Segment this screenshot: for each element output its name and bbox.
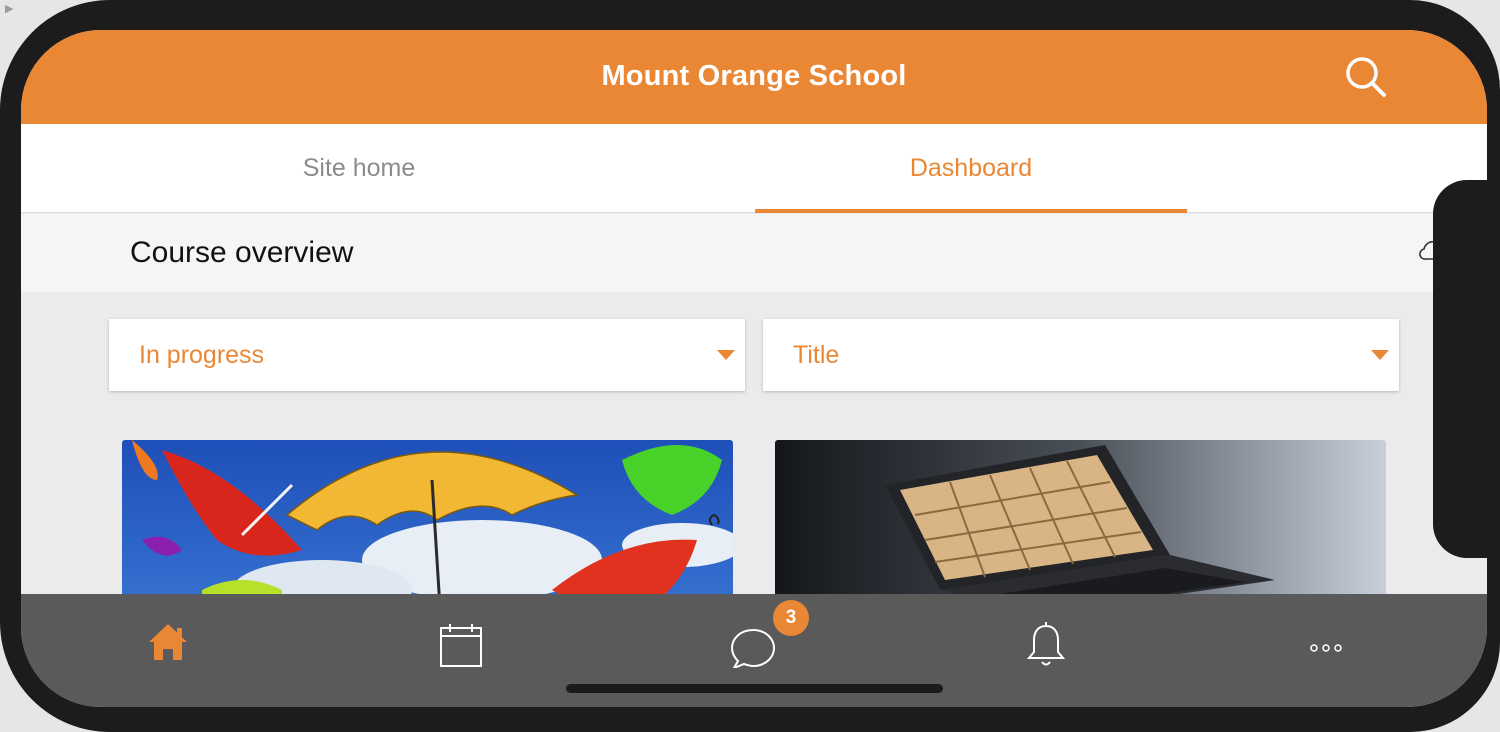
search-icon [1346, 57, 1386, 97]
active-tab-indicator [755, 209, 1187, 213]
bell-icon [1026, 622, 1066, 666]
app-header: Mount Orange School [21, 30, 1487, 124]
site-title: Mount Orange School [601, 60, 907, 92]
play-icon[interactable]: ▶ [5, 2, 13, 15]
tab-label: Site home [302, 154, 416, 182]
device-notch [1433, 180, 1500, 558]
search-button[interactable] [1341, 52, 1391, 102]
nav-more-button[interactable] [1291, 608, 1361, 668]
tab-dashboard[interactable]: Dashboard [755, 124, 1187, 213]
tab-label: Dashboard [909, 154, 1033, 182]
bottom-nav-bar: 3 [21, 594, 1487, 707]
tab-bar: Site home Dashboard [21, 124, 1487, 213]
calendar-icon [440, 624, 482, 667]
nav-home-button[interactable] [133, 608, 203, 668]
app-screen: Mount Orange School Site home Dashboard … [21, 30, 1487, 707]
sort-select[interactable]: Title [763, 319, 1399, 391]
nav-notifications-button[interactable] [1011, 608, 1081, 668]
phone-frame: Mount Orange School Site home Dashboard … [0, 0, 1500, 732]
nav-calendar-button[interactable] [426, 608, 496, 668]
chevron-down-icon [1371, 350, 1389, 360]
status-filter-select[interactable]: In progress [109, 319, 745, 391]
sort-value: Title [793, 341, 840, 369]
home-icon [149, 624, 187, 660]
status-filter-value: In progress [139, 341, 265, 369]
chevron-down-icon [717, 350, 735, 360]
section-header: Course overview [21, 214, 1487, 292]
home-indicator[interactable] [566, 684, 943, 693]
more-icon [1310, 644, 1342, 652]
tab-site-home[interactable]: Site home [141, 124, 577, 213]
section-title: Course overview [130, 236, 354, 269]
messages-badge: 3 [773, 600, 809, 636]
